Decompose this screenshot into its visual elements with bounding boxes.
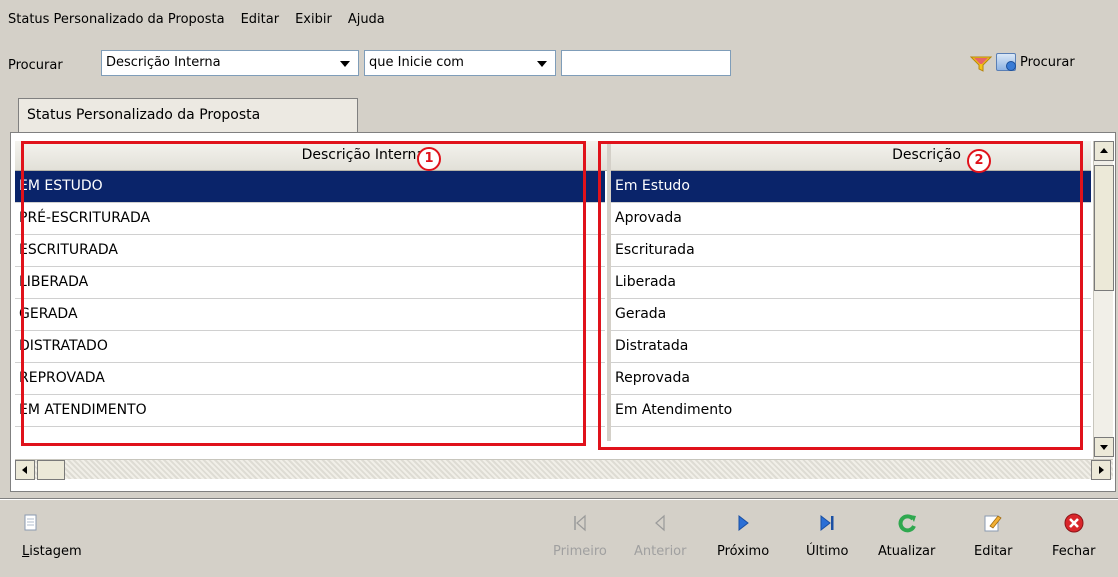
dropdown-arrow-icon[interactable] <box>537 61 547 67</box>
annotation-badge-2: 2 <box>967 149 991 173</box>
listagem-button[interactable]: Listagem <box>22 510 82 559</box>
proximo-label: Próximo <box>717 544 770 559</box>
editar-label: Editar <box>974 544 1013 559</box>
procurar-button-label: Procurar <box>1020 54 1075 70</box>
scrollbar-thumb[interactable] <box>1094 165 1114 291</box>
menu-bar: Status Personalizado da Proposta Editar … <box>8 12 385 32</box>
atualizar-button[interactable]: Atualizar <box>878 510 935 559</box>
proximo-button[interactable]: Próximo <box>717 510 769 559</box>
anterior-label: Anterior <box>634 544 687 559</box>
scroll-up-icon[interactable] <box>1094 141 1114 161</box>
close-icon <box>1064 513 1084 533</box>
fechar-button[interactable]: Fechar <box>1052 510 1095 559</box>
anterior-button[interactable]: Anterior <box>634 510 686 559</box>
primeiro-label: Primeiro <box>553 544 607 559</box>
ultimo-label: Último <box>806 544 849 559</box>
document-icon <box>24 514 37 531</box>
menu-status-personalizado[interactable]: Status Personalizado da Proposta <box>8 12 225 32</box>
first-record-icon <box>574 514 586 532</box>
search-condition-value: que Inicie com <box>369 55 464 70</box>
primeiro-button[interactable]: Primeiro <box>553 510 607 559</box>
vertical-scrollbar[interactable] <box>1093 141 1114 459</box>
scroll-right-icon[interactable] <box>1091 460 1111 480</box>
listagem-label: istagem <box>29 544 82 559</box>
atualizar-label: Atualizar <box>878 544 936 559</box>
last-record-icon <box>820 514 834 532</box>
separator <box>0 498 1118 500</box>
menu-editar[interactable]: Editar <box>241 12 280 32</box>
tab-status-personalizado[interactable]: Status Personalizado da Proposta <box>18 98 358 132</box>
filter-icon[interactable] <box>970 56 992 72</box>
menu-exibir[interactable]: Exibir <box>295 12 332 32</box>
next-record-icon <box>738 514 749 532</box>
editar-button[interactable]: Editar <box>974 510 1013 559</box>
annotation-box-1 <box>21 141 586 446</box>
previous-record-icon <box>655 514 665 532</box>
horizontal-scrollbar[interactable] <box>15 459 1113 480</box>
scroll-down-icon[interactable] <box>1094 437 1114 457</box>
search-bar: Procurar Descrição Interna que Inicie co… <box>8 50 1112 80</box>
search-field-select[interactable]: Descrição Interna <box>101 50 359 76</box>
scroll-left-icon[interactable] <box>15 460 35 480</box>
search-condition-select[interactable]: que Inicie com <box>364 50 556 76</box>
fechar-label: Fechar <box>1052 544 1096 559</box>
dropdown-arrow-icon[interactable] <box>340 61 350 67</box>
search-field-value: Descrição Interna <box>106 55 221 70</box>
procurar-button[interactable]: Procurar <box>996 53 1075 71</box>
procurar-label: Procurar <box>8 58 63 73</box>
search-input[interactable] <box>561 50 731 76</box>
annotation-box-2 <box>598 141 1083 450</box>
grid-panel: Descrição Interna Descrição EM ESTUDO Em … <box>10 132 1116 492</box>
ultimo-button[interactable]: Último <box>806 510 848 559</box>
refresh-icon <box>898 514 916 533</box>
search-icon <box>996 53 1016 71</box>
menu-ajuda[interactable]: Ajuda <box>348 12 385 32</box>
annotation-badge-1: 1 <box>417 147 441 171</box>
edit-icon <box>984 515 1002 532</box>
scrollbar-thumb[interactable] <box>37 460 65 480</box>
